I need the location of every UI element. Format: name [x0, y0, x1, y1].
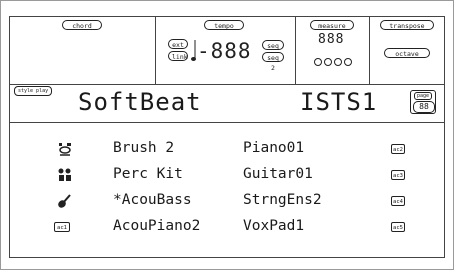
track-name-secondary[interactable]: Piano01	[243, 140, 304, 156]
style-play-label: style play	[14, 86, 53, 96]
page-box[interactable]: page 88	[410, 90, 436, 114]
tempo-label: tempo	[204, 20, 244, 30]
seq1-badge: seq 1	[262, 40, 284, 60]
track-row[interactable]: *AcouBass StrngEns2 ac4	[10, 191, 444, 213]
track-name-secondary[interactable]: StrngEns2	[243, 192, 322, 208]
track-name[interactable]: *AcouBass	[113, 192, 192, 208]
track-row[interactable]: Perc Kit Guitar01 ac3	[10, 165, 444, 187]
percussion-icon	[58, 168, 71, 181]
transpose-section[interactable]: transpose octave	[370, 17, 444, 84]
style-name[interactable]: SoftBeat	[78, 88, 202, 116]
track-row[interactable]: ac1 AcouPiano2 VoxPad1 ac5	[10, 217, 444, 239]
track-name[interactable]: Brush 2	[113, 140, 174, 156]
beat-dot	[324, 58, 332, 66]
accomp-badge: ac2	[391, 144, 405, 154]
style-code: ISTS1	[300, 88, 378, 116]
seq2-badge: seq 2	[262, 52, 284, 72]
accomp-badge: ac3	[391, 170, 405, 180]
measure-label: measure	[310, 20, 354, 30]
status-header: chord tempo ext link -888 seq 1 seq 2 me…	[10, 17, 444, 85]
tempo-value: -888	[197, 39, 252, 63]
style-bar[interactable]: style play SoftBeat ISTS1 page 88	[10, 84, 444, 123]
chord-section[interactable]: chord	[10, 17, 156, 84]
track-name-secondary[interactable]: Guitar01	[243, 166, 313, 182]
drum-kit-icon	[59, 143, 71, 156]
beat-dot	[314, 58, 322, 66]
bass-icon	[58, 194, 71, 208]
accomp-badge: ac5	[391, 222, 405, 232]
octave-label: octave	[384, 48, 430, 58]
accomp-badge: ac4	[391, 196, 405, 206]
page-label: page	[414, 92, 433, 100]
lcd-display: chord tempo ext link -888 seq 1 seq 2 me…	[9, 16, 445, 258]
page-value: 88	[413, 101, 435, 113]
beat-dot	[344, 58, 352, 66]
accomp-badge: ac1	[54, 222, 70, 232]
tempo-ext-badge: ext	[168, 39, 188, 49]
chord-label: chord	[62, 20, 102, 30]
track-name[interactable]: AcouPiano2	[113, 218, 200, 234]
track-name[interactable]: Perc Kit	[113, 166, 183, 182]
track-name-secondary[interactable]: VoxPad1	[243, 218, 304, 234]
tempo-link-badge: link	[168, 51, 188, 61]
beat-indicator	[314, 51, 354, 70]
beat-dot	[334, 58, 342, 66]
tempo-section[interactable]: tempo ext link -888 seq 1 seq 2	[156, 17, 296, 84]
measure-value: 888	[318, 32, 345, 47]
track-row[interactable]: Brush 2 Piano01 ac2	[10, 139, 444, 161]
transpose-label: transpose	[380, 20, 434, 30]
measure-section: measure 888	[296, 17, 370, 84]
